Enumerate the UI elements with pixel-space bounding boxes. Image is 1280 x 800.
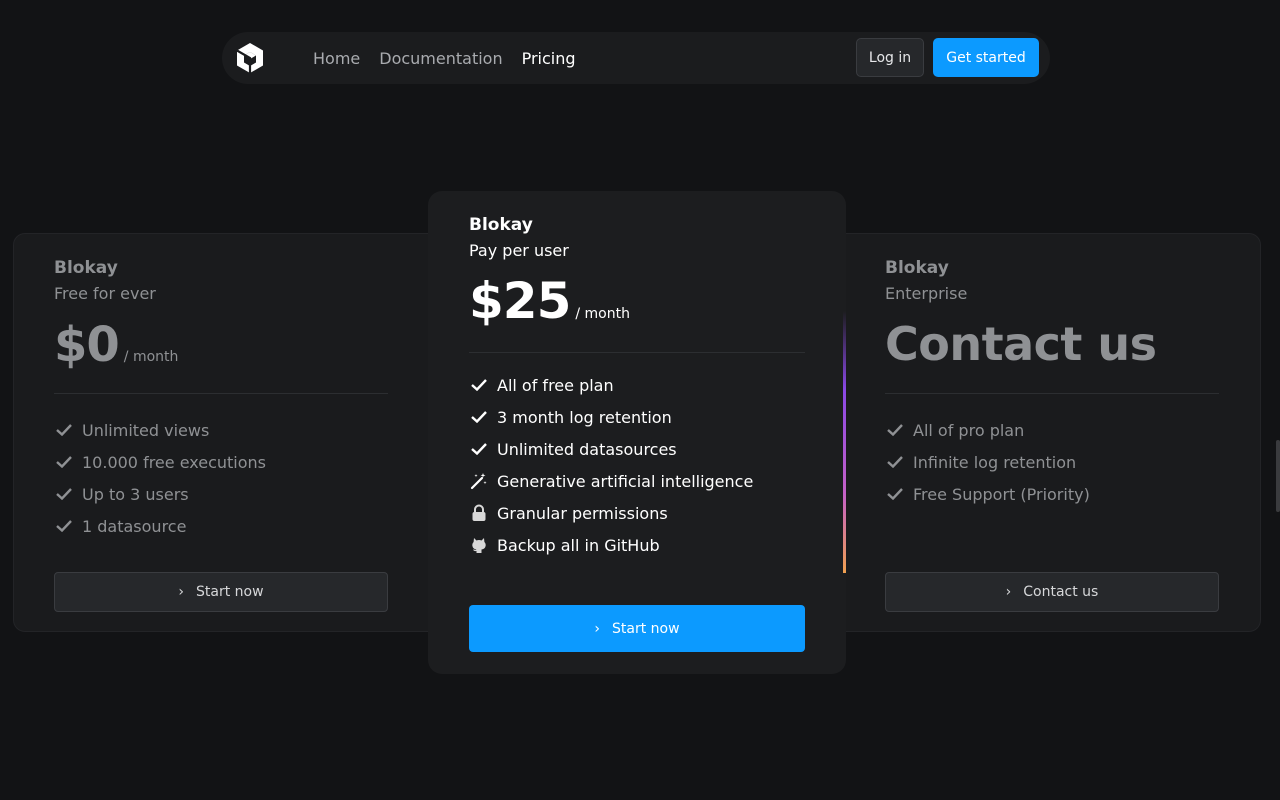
plan-subtitle: Free for ever: [54, 284, 156, 303]
feature-label: Granular permissions: [497, 503, 668, 523]
page-scrollbar[interactable]: [1276, 440, 1280, 512]
feature-item: 1 datasource: [54, 510, 434, 542]
plan-price: $25: [469, 272, 571, 330]
check-icon: [885, 453, 905, 471]
price-row: $0 / month: [54, 317, 434, 373]
plan-subtitle: Pay per user: [469, 241, 569, 260]
divider: [469, 352, 805, 353]
check-icon: [54, 453, 74, 471]
chevron-right-icon: ›: [1005, 584, 1012, 600]
feature-list: Unlimited views 10.000 free executions U…: [54, 414, 434, 542]
button-label: Start now: [196, 584, 264, 600]
feature-item: Granular permissions: [469, 497, 805, 529]
feature-list: All of pro plan Infinite log retention F…: [885, 414, 1265, 510]
plan-card-free: Blokay Free for ever $0 / month Unlimite…: [54, 234, 434, 633]
feature-item: 10.000 free executions: [54, 446, 434, 478]
check-icon: [469, 376, 489, 394]
check-icon: [54, 485, 74, 503]
pro-start-now-button[interactable]: › Start now: [469, 605, 805, 652]
chevron-right-icon: ›: [594, 620, 601, 637]
price-period: / month: [123, 349, 179, 365]
button-label: Start now: [612, 620, 680, 637]
nav-links: Home Documentation Pricing: [313, 32, 595, 84]
divider: [885, 393, 1219, 394]
plan-card-pro: Blokay Pay per user $25 / month All of f…: [428, 191, 846, 674]
free-start-now-button[interactable]: › Start now: [54, 572, 388, 612]
divider: [54, 393, 388, 394]
check-icon: [885, 485, 905, 503]
top-nav: Home Documentation Pricing Log in Get st…: [222, 32, 1050, 84]
chevron-right-icon: ›: [178, 584, 185, 600]
feature-label: Generative artificial intelligence: [497, 471, 754, 491]
feature-item: Free Support (Priority): [885, 478, 1265, 510]
feature-item: Infinite log retention: [885, 446, 1265, 478]
check-icon: [54, 517, 74, 535]
feature-label: Backup all in GitHub: [497, 535, 660, 555]
nav-link-documentation[interactable]: Documentation: [379, 49, 502, 68]
feature-item: Unlimited views: [54, 414, 434, 446]
price-period: / month: [575, 306, 630, 322]
feature-item: Backup all in GitHub: [469, 529, 805, 561]
lock-icon: [469, 504, 489, 522]
github-icon: [469, 536, 489, 554]
nav-link-home[interactable]: Home: [313, 49, 360, 68]
blokay-logo-icon[interactable]: [234, 41, 266, 75]
check-icon: [54, 421, 74, 439]
plan-brand: Blokay: [885, 258, 949, 278]
feature-item: Unlimited datasources: [469, 433, 805, 465]
magic-wand-icon: [469, 472, 489, 490]
plan-price: $0: [54, 317, 120, 373]
check-icon: [469, 408, 489, 426]
feature-label: 10.000 free executions: [82, 452, 267, 472]
feature-label: All of pro plan: [913, 420, 1025, 440]
feature-label: Up to 3 users: [82, 484, 189, 504]
plan-card-enterprise: Blokay Enterprise Contact us All of pro …: [885, 234, 1265, 633]
button-label: Contact us: [1023, 584, 1099, 600]
feature-label: Free Support (Priority): [913, 484, 1090, 504]
feature-label: Infinite log retention: [913, 452, 1077, 472]
feature-item: Up to 3 users: [54, 478, 434, 510]
feature-label: Unlimited views: [82, 420, 210, 440]
check-icon: [469, 440, 489, 458]
check-icon: [885, 421, 905, 439]
feature-label: 1 datasource: [82, 516, 187, 536]
get-started-button[interactable]: Get started: [933, 38, 1039, 77]
feature-item: 3 month log retention: [469, 401, 805, 433]
price-row: $25 / month: [469, 272, 805, 330]
plan-brand: Blokay: [469, 215, 533, 235]
feature-label: All of free plan: [497, 375, 614, 395]
feature-label: Unlimited datasources: [497, 439, 677, 459]
plan-price: Contact us: [885, 317, 1157, 371]
feature-item: All of free plan: [469, 369, 805, 401]
plan-brand: Blokay: [54, 258, 118, 278]
login-button[interactable]: Log in: [856, 38, 924, 77]
contact-us-button[interactable]: › Contact us: [885, 572, 1219, 612]
plan-subtitle: Enterprise: [885, 284, 968, 303]
feature-list: All of free plan 3 month log retention U…: [469, 369, 805, 561]
feature-label: 3 month log retention: [497, 407, 672, 427]
nav-link-pricing[interactable]: Pricing: [522, 49, 576, 68]
feature-item: All of pro plan: [885, 414, 1265, 446]
feature-item: Generative artificial intelligence: [469, 465, 805, 497]
card-glow-accent: [843, 311, 846, 573]
